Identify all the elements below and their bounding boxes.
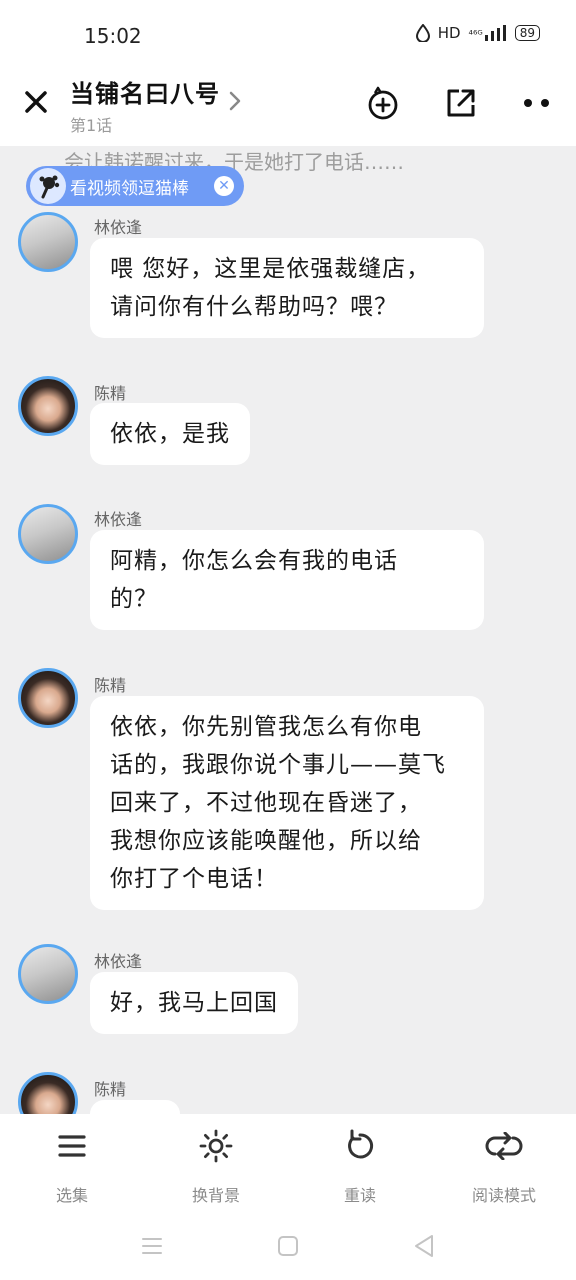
close-icon [25, 91, 47, 113]
reread-button[interactable]: 重读 [310, 1128, 410, 1206]
read-mode-label: 阅读模式 [471, 1186, 536, 1205]
more-button[interactable] [518, 84, 556, 122]
battery-icon: 89 [514, 25, 540, 41]
episodes-label: 选集 [55, 1186, 88, 1205]
speaker-name: 林依逢 [94, 952, 143, 971]
system-nav-bar [0, 1214, 576, 1280]
reader-toolbar: 选集 换背景 重读 阅读模式 [0, 1114, 576, 1214]
promo-close-button[interactable]: ✕ [214, 176, 234, 196]
read-mode-button[interactable]: 阅读模式 [454, 1128, 554, 1206]
speaker-name: 林依逢 [94, 510, 143, 529]
reward-button[interactable] [364, 84, 402, 122]
message-bubble: 阿精，你怎么会有我的电话 的？ [90, 530, 484, 630]
hd-indicator: HD [437, 24, 461, 42]
loop-icon [485, 1132, 523, 1160]
more-icon [524, 99, 549, 107]
chat-area[interactable]: 会让韩诺醒过来，于是她打了电话…… 看视频领逗猫棒 ✕ 林依逢 喂 您好，这里是… [0, 146, 576, 1114]
refresh-icon [348, 1129, 374, 1159]
home-icon [278, 1236, 298, 1256]
story-header: 当铺名曰八号 第1话 [0, 70, 576, 146]
share-button[interactable] [442, 84, 480, 122]
avatar[interactable] [18, 504, 78, 564]
back-icon [415, 1235, 433, 1257]
network-type: ⁴⁶ᴳ [468, 28, 483, 41]
avatar[interactable] [18, 376, 78, 436]
speaker-name: 林依逢 [94, 218, 143, 237]
recents-button[interactable] [138, 1232, 166, 1260]
avatar[interactable] [18, 212, 78, 272]
recents-icon [142, 1238, 162, 1254]
avatar[interactable] [18, 944, 78, 1004]
message-bubble [90, 1100, 180, 1114]
message-bubble: 依依，是我 [90, 403, 250, 465]
avatar[interactable] [18, 1072, 78, 1114]
background-label: 换背景 [191, 1186, 240, 1205]
promo-banner[interactable]: 看视频领逗猫棒 ✕ [26, 166, 244, 206]
status-time: 15:02 [84, 24, 142, 48]
signal-icon: ⁴⁶ᴳ [469, 25, 507, 41]
background-button[interactable]: 换背景 [166, 1128, 266, 1206]
episodes-button[interactable]: 选集 [22, 1128, 122, 1206]
message-bubble: 喂 您好，这里是依强裁缝店， 请问你有什么帮助吗？喂？ [90, 238, 484, 338]
message-bubble: 依依，你先别管我怎么有你电 话的，我跟你说个事儿——莫飞 回来了，不过他现在昏迷… [90, 696, 484, 910]
promo-label: 看视频领逗猫棒 [70, 178, 189, 199]
menu-icon [58, 1135, 86, 1157]
close-button[interactable] [20, 86, 52, 118]
status-bar: 15:02 HD ⁴⁶ᴳ 89 [0, 0, 576, 70]
status-icons: HD ⁴⁶ᴳ 89 [415, 24, 540, 42]
cat-paw-icon [30, 168, 66, 204]
home-button[interactable] [274, 1232, 302, 1260]
sun-icon [199, 1129, 233, 1163]
chevron-right-icon[interactable] [228, 90, 242, 112]
speaker-name: 陈精 [94, 1080, 127, 1099]
share-icon [447, 89, 475, 117]
episode-label: 第1话 [70, 116, 113, 135]
reread-label: 重读 [343, 1186, 376, 1205]
avatar[interactable] [18, 668, 78, 728]
message-bubble: 好，我马上回国 [90, 972, 298, 1034]
pet-add-icon [368, 86, 398, 120]
speaker-name: 陈精 [94, 676, 127, 695]
back-button[interactable] [410, 1232, 438, 1260]
data-saver-icon [415, 24, 430, 42]
story-title[interactable]: 当铺名曰八号 [70, 74, 220, 109]
speaker-name: 陈精 [94, 384, 127, 403]
